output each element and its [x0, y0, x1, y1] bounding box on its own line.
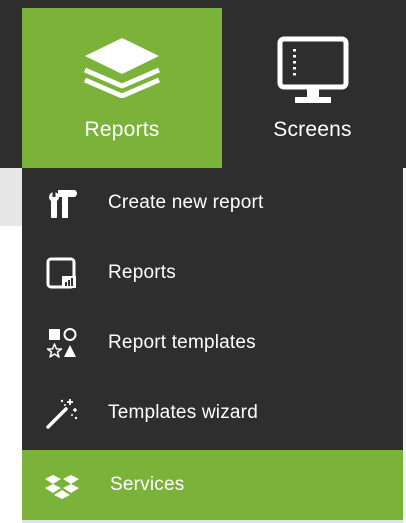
menu-item-label: Templates wizard	[108, 402, 258, 423]
reports-dropdown-menu: Create new report Reports Report templat…	[22, 168, 403, 520]
report-chart-icon	[44, 256, 80, 290]
shapes-icon	[44, 326, 80, 360]
stack-layers-icon	[83, 36, 161, 103]
nav-tile-reports[interactable]: Reports	[22, 8, 222, 168]
menu-item-label: Reports	[108, 262, 176, 283]
menu-item-reports[interactable]: Reports	[22, 238, 403, 308]
nav-tile-label: Reports	[84, 118, 160, 141]
menu-item-services[interactable]: Services	[22, 450, 403, 520]
nav-tile-label: Screens	[273, 118, 352, 141]
monitor-icon	[277, 36, 349, 111]
dropbox-box-icon	[44, 468, 80, 502]
menu-item-create-new-report[interactable]: Create new report	[22, 168, 403, 238]
menu-item-report-templates[interactable]: Report templates	[22, 308, 403, 378]
hammer-wrench-icon	[44, 186, 80, 220]
menu-item-label: Report templates	[108, 332, 256, 353]
menu-item-label: Services	[110, 474, 185, 495]
menu-item-label: Create new report	[108, 192, 264, 213]
menu-item-templates-wizard[interactable]: Templates wizard	[22, 378, 403, 448]
magic-wand-icon	[44, 396, 80, 430]
left-gutter	[0, 168, 22, 226]
nav-tile-screens[interactable]: Screens	[222, 8, 403, 168]
